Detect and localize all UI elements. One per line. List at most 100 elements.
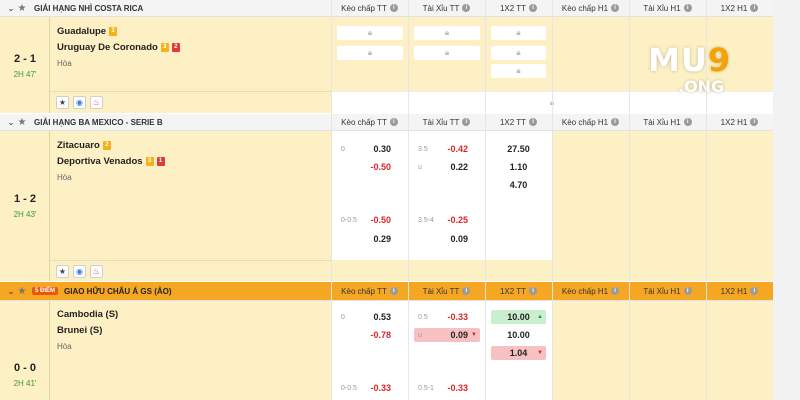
col-header-ou-h1: Tài Xỉu H1 i xyxy=(629,114,706,130)
column-divider xyxy=(552,0,553,400)
star-icon[interactable]: ★ xyxy=(56,96,69,109)
odds-ou-under[interactable]: u 0.22 xyxy=(414,160,480,174)
col-header-1x2-h1: 1X2 H1 i xyxy=(706,0,773,16)
league-header-costa-rica[interactable]: ⌄ ★ GIẢI HẠNG NHÌ COSTA RICA Kèo chấp TT… xyxy=(0,0,800,17)
col-header-ou-h1: Tài Xỉu H1 i xyxy=(629,0,706,16)
info-icon[interactable]: i xyxy=(462,287,471,295)
league-header-mexico[interactable]: ⌄ ★ GIẢI HẠNG BA MEXICO - SERIE B Kèo ch… xyxy=(0,114,800,131)
match-time: 2H 43' xyxy=(13,210,37,219)
info-icon[interactable]: i xyxy=(683,4,692,12)
odds-1x2-draw[interactable]: 4.70 xyxy=(491,178,546,192)
column-divider xyxy=(485,0,486,400)
match-score: 2 - 1 xyxy=(13,53,36,65)
fire-icon[interactable]: ♨ xyxy=(90,96,103,109)
league-header-asia-friendly[interactable]: ⌄ ★ 5 ĐIỂM GIAO HỮU CHÂU Á GS (ẢO) Kèo c… xyxy=(0,282,800,301)
info-icon[interactable]: i xyxy=(529,118,538,126)
odds-ou-under[interactable]: u 0.09 ▼ xyxy=(414,328,480,342)
eye-icon[interactable]: ◉ xyxy=(73,264,86,278)
arrow-up-icon: ▲ xyxy=(537,314,543,320)
col-header-hdp-h1: Kèo chấp H1 i xyxy=(552,282,629,300)
fire-icon[interactable]: ♨ xyxy=(90,264,103,278)
odds-1x2-away[interactable]: 10.00 xyxy=(491,328,546,342)
odds-hdp-away[interactable]: 0.29 xyxy=(337,232,403,246)
odds-table: ⌄ ★ GIẢI HẠNG NHÌ COSTA RICA Kèo chấp TT… xyxy=(0,0,800,400)
yellow-card-badge: 3 xyxy=(160,43,169,52)
info-icon[interactable]: i xyxy=(750,287,759,295)
odds-1x2-home[interactable]: 10.00 ▲ xyxy=(491,310,546,324)
away-team[interactable]: Uruguay De Coronado 3 2 xyxy=(57,42,180,53)
odds-hdp-away[interactable]: -0.78 xyxy=(337,328,403,342)
red-card-badge: 2 xyxy=(171,43,180,52)
odds-ou-over[interactable]: 3.5 -0.42 xyxy=(414,142,480,156)
match-time: 2H 41' xyxy=(13,379,37,388)
away-team[interactable]: Brunei (S) xyxy=(57,325,102,336)
col-header-1x2-h1: 1X2 H1 i xyxy=(706,114,773,130)
col-header-ou-h1: Tài Xỉu H1 i xyxy=(629,282,706,300)
league-title[interactable]: ⌄ ★ 5 ĐIỂM GIAO HỮU CHÂU Á GS (ẢO) xyxy=(0,282,331,300)
chevron-down-icon[interactable]: ⌄ xyxy=(6,118,16,127)
league-title[interactable]: ⌄ ★ GIẢI HẠNG NHÌ COSTA RICA xyxy=(0,0,331,16)
info-icon[interactable]: i xyxy=(462,118,471,126)
match-time: 2H 47' xyxy=(13,70,37,79)
scrollbar[interactable] xyxy=(773,0,800,400)
odds-1x2-away[interactable]: 1.10 xyxy=(491,160,546,174)
lock-icon: 🔒︎ xyxy=(516,66,521,75)
col-header-1x2-h1: 1X2 H1 i xyxy=(706,282,773,300)
odds-locked: 🔒︎ xyxy=(337,46,403,60)
info-icon[interactable]: i xyxy=(462,4,471,12)
info-icon[interactable]: i xyxy=(683,118,692,126)
odds-hdp-home[interactable]: 0 0.53 xyxy=(337,310,403,324)
star-icon[interactable]: ★ xyxy=(16,117,28,128)
chevron-down-icon[interactable]: ⌄ xyxy=(6,4,16,13)
info-icon[interactable]: i xyxy=(683,287,692,295)
eye-icon[interactable]: ◉ xyxy=(73,96,86,109)
home-team[interactable]: Guadalupe 3 xyxy=(57,26,118,37)
match-row-zitacuaro: 1 - 2 2H 43' Zitacuaro 2 Deportiva Venado… xyxy=(0,131,800,281)
col-header-hdp-h1: Kèo chấp H1 i xyxy=(552,0,629,16)
info-icon[interactable]: i xyxy=(750,118,759,126)
col-header-1x2-ft: 1X2 TT i xyxy=(485,282,552,300)
info-icon[interactable]: i xyxy=(529,287,538,295)
lock-icon: 🔒︎ xyxy=(444,48,450,57)
arrow-down-icon: ▼ xyxy=(471,332,477,338)
col-header-ou-ft: Tài Xỉu TT i xyxy=(408,282,485,300)
odds-hdp-home[interactable]: 0-0.5 -0.50 xyxy=(337,213,403,227)
league-title[interactable]: ⌄ ★ GIẢI HẠNG BA MEXICO - SERIE B xyxy=(0,114,331,130)
info-icon[interactable]: i xyxy=(611,4,620,12)
info-icon[interactable]: i xyxy=(529,4,538,12)
odds-1x2-home[interactable]: 27.50 xyxy=(491,142,546,156)
col-header-1x2-ft: 1X2 TT i xyxy=(485,0,552,16)
chevron-down-icon[interactable]: ⌄ xyxy=(6,287,16,296)
odds-hdp-away[interactable]: -0.50 xyxy=(337,160,403,174)
mu9-logo: MU9 .ONG xyxy=(648,41,732,96)
star-icon[interactable]: ★ xyxy=(16,286,28,297)
info-icon[interactable]: i xyxy=(389,4,398,12)
home-team[interactable]: Cambodia (S) xyxy=(57,309,118,320)
info-icon[interactable]: i xyxy=(750,4,759,12)
info-icon[interactable]: i xyxy=(611,118,620,126)
odds-ou-under[interactable]: 0.09 xyxy=(414,232,480,246)
away-team[interactable]: Deportiva Venados 3 1 xyxy=(57,156,165,167)
lock-icon: 🔒︎ xyxy=(367,28,373,37)
star-icon[interactable]: ★ xyxy=(16,3,28,14)
star-icon[interactable]: ★ xyxy=(56,264,69,278)
odds-ou-over[interactable]: 3.5-4 -0.25 xyxy=(414,213,480,227)
score-column xyxy=(0,17,50,113)
lock-icon: 🔒︎ xyxy=(516,48,521,57)
info-icon[interactable]: i xyxy=(389,287,398,295)
info-icon[interactable]: i xyxy=(611,287,620,295)
match-score: 0 - 0 xyxy=(13,362,36,374)
odds-hdp-home[interactable]: 0-0.5 -0.33 xyxy=(337,381,403,395)
score-column xyxy=(0,131,50,281)
odds-1x2-draw[interactable]: 1.04 ▼ xyxy=(491,346,546,360)
red-card-badge: 1 xyxy=(156,157,165,166)
match-row-cambodia: 0 - 0 2H 41' Cambodia (S) Brunei (S) Hòa… xyxy=(0,301,800,400)
col-header-hdp-h1: Kèo chấp H1 i xyxy=(552,114,629,130)
home-team[interactable]: Zitacuaro 2 xyxy=(57,140,111,151)
odds-ou-over[interactable]: 0.5 -0.33 xyxy=(414,310,480,324)
odds-ou-over[interactable]: 0.5-1 -0.33 xyxy=(414,381,480,395)
lock-icon: 🔒︎ xyxy=(444,28,450,37)
info-icon[interactable]: i xyxy=(389,118,398,126)
odds-hdp-home[interactable]: 0 0.30 xyxy=(337,142,403,156)
odds-locked: 🔒︎ xyxy=(414,46,480,60)
